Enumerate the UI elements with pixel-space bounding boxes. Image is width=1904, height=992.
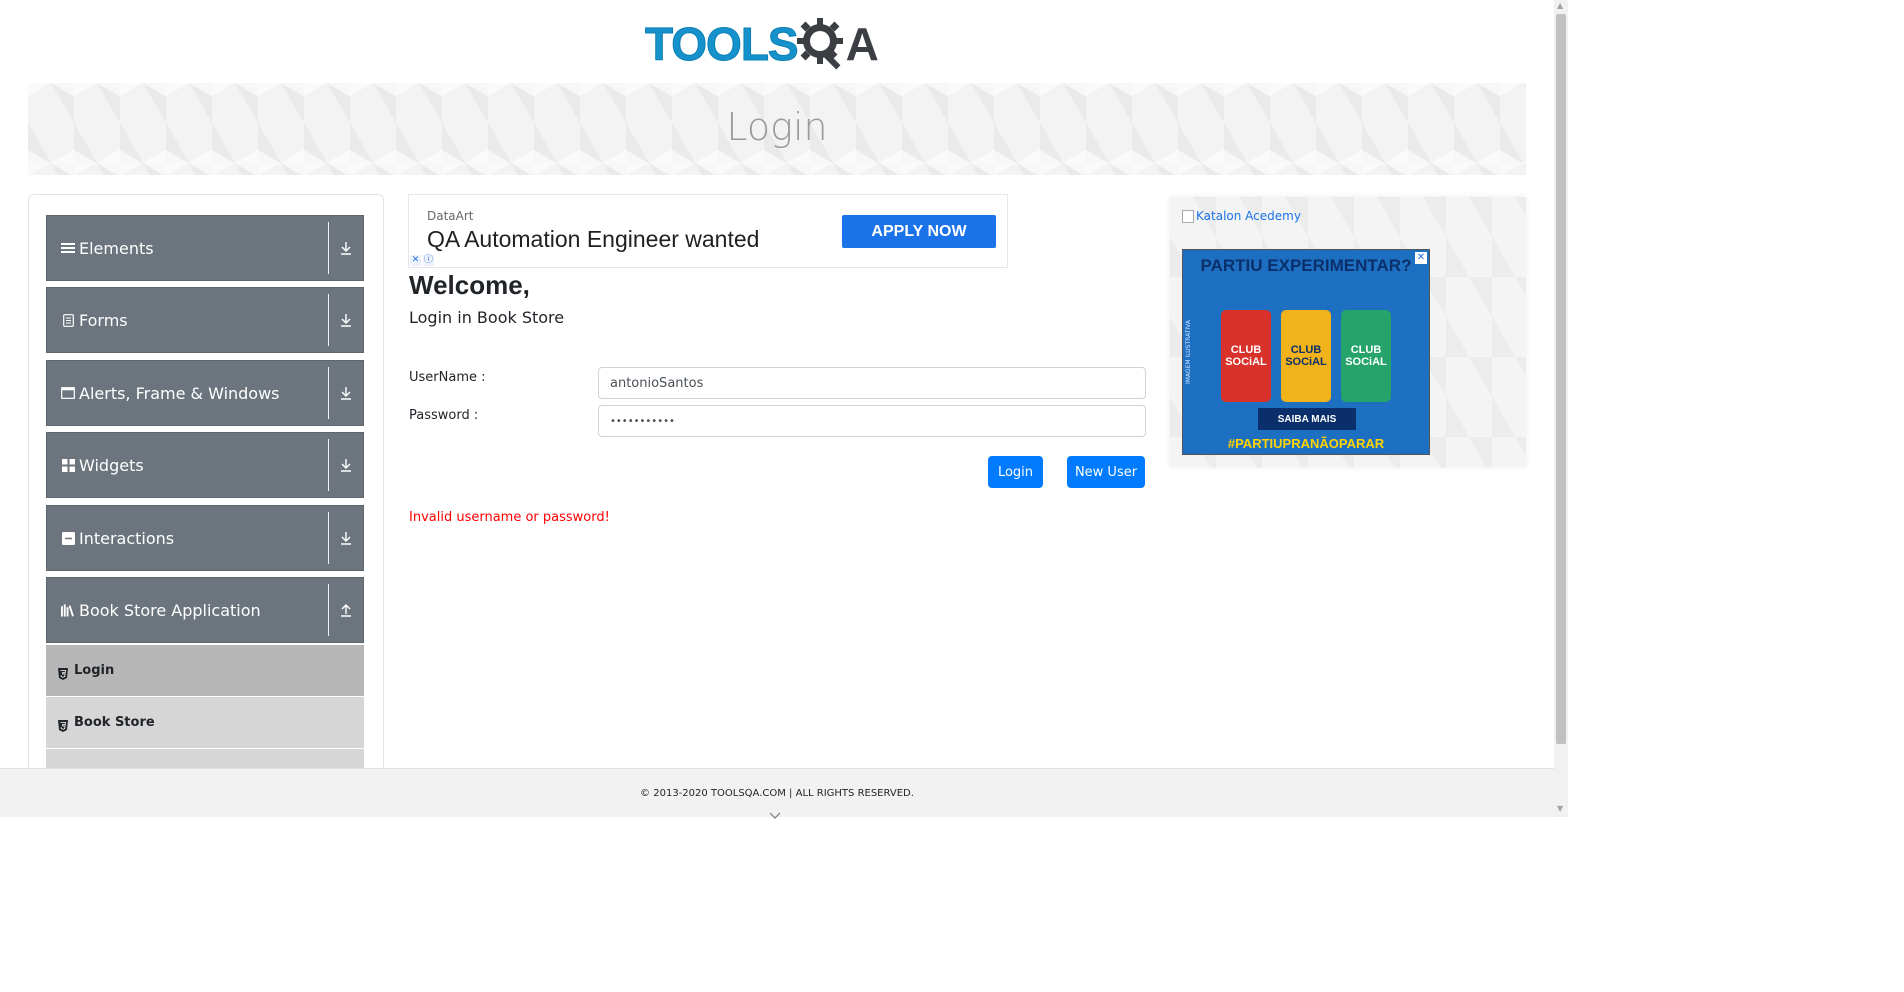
books-icon [61, 603, 75, 617]
copyright-text: © 2013-2020 TOOLSQA.COM | ALL RIGHTS RES… [640, 788, 914, 799]
username-value: antonioSantos [610, 375, 704, 391]
html5-icon [58, 665, 68, 680]
window-icon [61, 386, 75, 400]
ad-company: DataArt [427, 209, 474, 223]
error-message: Invalid username or password! [409, 510, 610, 525]
divider [328, 294, 329, 346]
apply-now-button[interactable]: APPLY NOW [842, 215, 996, 248]
download-arrow-icon[interactable] [336, 310, 356, 330]
sidebar-group-elements[interactable]: Elements [46, 215, 364, 281]
document-icon [61, 313, 75, 327]
sidebar-group-label: Book Store Application [79, 600, 261, 620]
ad-choices[interactable]: ✕ ⓘ [410, 255, 434, 267]
sidebar-item-login[interactable]: Login [46, 645, 364, 697]
chevron-down-icon[interactable] [769, 805, 781, 819]
grid-icon [61, 458, 75, 472]
sidebar-group-label: Widgets [79, 455, 144, 475]
password-value: ••••••••••• [610, 415, 675, 427]
sidebar-group-widgets[interactable]: Widgets [46, 432, 364, 498]
sidebar-item-book-store[interactable]: Book Store [46, 697, 364, 749]
sidebar-group-label: Interactions [79, 528, 175, 548]
toolsqa-logo[interactable]: TOOLS A [645, 14, 911, 74]
promo-side-text: IMAGEM ILUSTRATIVA [1185, 320, 1192, 384]
page-scrollbar[interactable]: ▲ ▼ [1554, 0, 1568, 817]
menu-icon [61, 241, 75, 255]
page-title: Login [726, 105, 828, 149]
right-ad-panel: Katalon Acedemy PARTIU EXPERIMENTAR? IMA… [1170, 197, 1526, 467]
password-label: Password : [409, 408, 479, 423]
product-pack-red: CLUB SOCiAL [1221, 310, 1271, 402]
close-icon[interactable]: ✕ [1415, 252, 1427, 264]
sidebar-item-label: Book Store [74, 715, 155, 730]
html5-icon [58, 717, 68, 732]
download-arrow-icon[interactable] [336, 528, 356, 548]
scroll-down-icon[interactable]: ▼ [1557, 805, 1565, 813]
sidebar-group-interactions[interactable]: Interactions [46, 505, 364, 571]
saiba-mais-button[interactable]: SAIBA MAIS [1258, 408, 1356, 430]
sidebar-group-label: Forms [79, 310, 128, 330]
broken-image-icon [1182, 209, 1194, 223]
scroll-thumb[interactable] [1556, 14, 1566, 744]
product-pack-yellow: CLUB SOCiAL [1281, 310, 1331, 402]
info-icon[interactable]: ⓘ [423, 255, 434, 266]
sidebar-group-forms[interactable]: Forms [46, 287, 364, 353]
sidebar-group-label: Elements [79, 238, 154, 258]
promo-hashtag: #PARTIUPRANÃOPARAR [1227, 436, 1385, 451]
divider [328, 584, 329, 636]
sidebar-group-label: Alerts, Frame & Windows [79, 383, 280, 403]
interaction-icon [61, 531, 75, 545]
club-social-promo[interactable]: PARTIU EXPERIMENTAR? IMAGEM ILUSTRATIVA … [1182, 249, 1430, 455]
scroll-up-icon[interactable]: ▲ [1557, 2, 1565, 10]
sidebar-group-alerts-frame-windows[interactable]: Alerts, Frame & Windows [46, 360, 364, 426]
download-arrow-icon[interactable] [336, 383, 356, 403]
divider [328, 439, 329, 491]
new-user-button[interactable]: New User [1067, 456, 1145, 488]
username-label: UserName : [409, 370, 486, 385]
password-input[interactable]: ••••••••••• [598, 405, 1146, 437]
katalon-alt-text: Katalon Acedemy [1196, 209, 1301, 223]
username-input[interactable]: antonioSantos [598, 367, 1146, 399]
divider [328, 222, 329, 274]
login-subtitle: Login in Book Store [409, 308, 565, 327]
product-pack-green: CLUB SOCiAL [1341, 310, 1391, 402]
divider [328, 367, 329, 419]
footer: © 2013-2020 TOOLSQA.COM | ALL RIGHTS RES… [0, 768, 1554, 819]
download-arrow-icon[interactable] [336, 455, 356, 475]
gear-magnifier-icon [796, 15, 848, 73]
katalon-ad-link[interactable]: Katalon Acedemy [1182, 209, 1301, 223]
logo-text-qa: A [845, 18, 879, 70]
welcome-heading: Welcome, [409, 270, 530, 300]
page-banner: Login [28, 83, 1526, 175]
sidebar-group-book-store-application[interactable]: Book Store Application [46, 577, 364, 643]
login-button[interactable]: Login [988, 456, 1043, 488]
sidebar-item-label: Login [74, 663, 115, 678]
ad-headline[interactable]: QA Automation Engineer wanted [427, 226, 759, 253]
divider [328, 512, 329, 564]
sidebar: Elements Forms Alerts, Frame & Windows W… [28, 194, 384, 774]
job-ad-banner[interactable]: DataArt QA Automation Engineer wanted AP… [408, 194, 1008, 268]
upload-arrow-icon[interactable] [336, 600, 356, 620]
download-arrow-icon[interactable] [336, 238, 356, 258]
page: TOOLS A Login Elements Forms Alerts, Fra… [0, 0, 1568, 819]
close-icon[interactable]: ✕ [410, 255, 421, 266]
logo-text-tools: TOOLS [645, 18, 800, 71]
promo-title: PARTIU EXPERIMENTAR? [1200, 256, 1412, 275]
